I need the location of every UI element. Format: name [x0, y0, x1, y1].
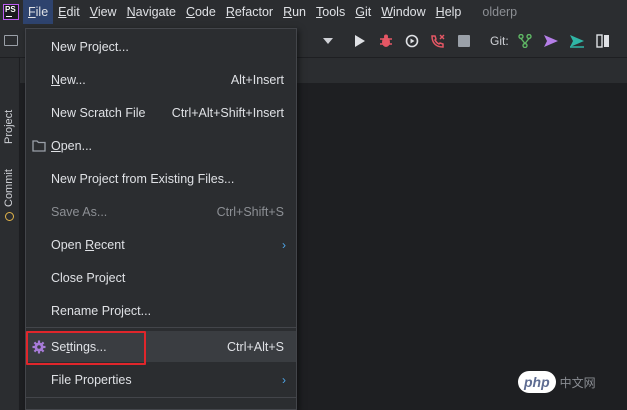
stop-debug-icon[interactable]: [430, 33, 446, 49]
left-tool-strip: Project Commit: [0, 58, 20, 410]
menu-items: File Edit View Navigate Code Refactor Ru…: [23, 0, 466, 24]
commit-tab-label: Commit: [3, 169, 15, 207]
shortcut-new-scratch-file: Ctrl+Alt+Shift+Insert: [171, 105, 284, 120]
watermark: php 中文网: [518, 366, 614, 398]
menu-item-close-project[interactable]: Close Project: [26, 262, 296, 293]
submenu-arrow-icon: ›: [282, 372, 286, 387]
dropdown-arrow-icon[interactable]: [320, 33, 336, 49]
run-icon[interactable]: [351, 33, 367, 49]
menu-item-new-project-from-existing[interactable]: New Project from Existing Files...: [26, 163, 296, 194]
menu-item-rename-project[interactable]: Rename Project...: [26, 295, 296, 326]
shortcut-save-as: Ctrl+Shift+S: [216, 204, 284, 219]
menu-refactor[interactable]: Refactor: [221, 0, 278, 24]
submenu-arrow-icon: ›: [282, 237, 286, 252]
project-tool-tab[interactable]: Project: [0, 66, 20, 150]
commit-icon: [5, 212, 14, 221]
project-tab-label: Project: [3, 109, 15, 144]
menu-tools[interactable]: Tools: [311, 0, 350, 24]
git-pull-icon[interactable]: [569, 33, 585, 49]
menu-code[interactable]: Code: [181, 0, 221, 24]
menu-help[interactable]: Help: [431, 0, 467, 24]
menu-item-save-as[interactable]: Save As... Ctrl+Shift+S: [26, 196, 296, 227]
menu-item-open-recent[interactable]: Open Recent ›: [26, 229, 296, 260]
menu-bar: PS File Edit View Navigate Code Refactor…: [0, 0, 627, 24]
menu-run[interactable]: Run: [278, 0, 311, 24]
coverage-icon[interactable]: [404, 33, 420, 49]
watermark-text: 中文网: [559, 375, 596, 390]
menu-item-new-scratch-file[interactable]: New Scratch File Ctrl+Alt+Shift+Insert: [26, 97, 296, 128]
menu-item-new-project[interactable]: New Project...: [26, 31, 296, 62]
menu-item-new[interactable]: New... Alt+Insert: [26, 64, 296, 95]
shortcut-new: Alt+Insert: [230, 72, 284, 87]
menu-edit[interactable]: Edit: [53, 0, 85, 24]
debug-icon[interactable]: [378, 33, 394, 49]
menu-separator: [26, 327, 296, 328]
commit-tool-tab[interactable]: Commit: [0, 162, 20, 212]
folder-icon: [32, 139, 46, 153]
compare-icon[interactable]: [595, 33, 611, 49]
menu-view[interactable]: View: [85, 0, 122, 24]
stop-icon[interactable]: [456, 33, 472, 49]
menu-git[interactable]: Git: [350, 0, 376, 24]
menu-item-open[interactable]: Open...: [26, 130, 296, 161]
phpstorm-logo-icon: PS: [3, 4, 19, 20]
menu-item-file-properties[interactable]: File Properties ›: [26, 364, 296, 395]
folder-icon[interactable]: [4, 35, 18, 46]
settings-highlight-annotation: [26, 331, 146, 365]
menu-window[interactable]: Window: [376, 0, 430, 24]
git-label: Git:: [490, 34, 509, 48]
shortcut-settings: Ctrl+Alt+S: [227, 339, 284, 354]
git-push-icon[interactable]: [543, 33, 559, 49]
menu-navigate[interactable]: Navigate: [122, 0, 181, 24]
window-project-name: olderp: [482, 5, 518, 19]
watermark-pill: php: [518, 371, 556, 393]
git-branch-icon[interactable]: [517, 33, 533, 49]
menu-file[interactable]: File: [23, 0, 54, 24]
menu-separator: [26, 397, 296, 398]
